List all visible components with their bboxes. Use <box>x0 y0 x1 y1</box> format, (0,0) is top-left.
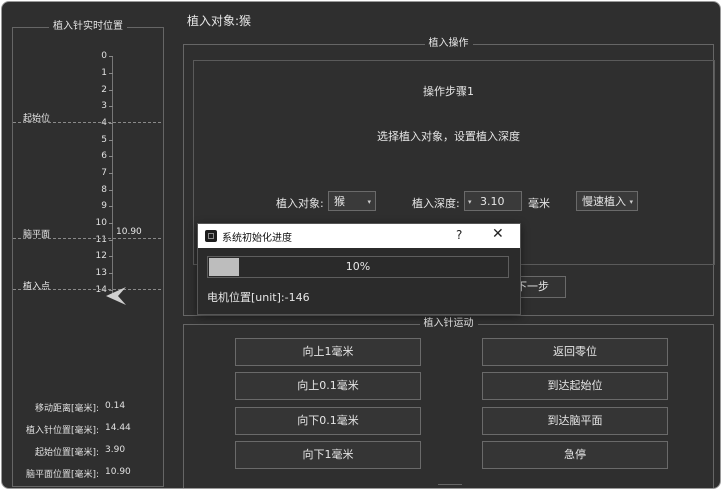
operation-title: 植入操作 <box>424 38 473 49</box>
ruler-tick: 5 <box>101 135 107 145</box>
depth-label: 植入深度: <box>412 197 460 210</box>
stat-label: 脑平面位置[毫米]: <box>25 470 99 480</box>
ruler-tick: 8 <box>101 185 107 195</box>
return-zero-button[interactable]: 返回零位 <box>482 338 668 366</box>
ruler-tickmark <box>109 273 113 274</box>
ruler-tick: 2 <box>101 85 107 95</box>
target-header: 植入对象:猴 <box>187 14 252 28</box>
ruler-tickmark <box>109 256 113 257</box>
chevron-down-icon: ▾ <box>367 198 371 206</box>
needle-pointer-icon <box>106 287 126 305</box>
down-1mm-button[interactable]: 向下1毫米 <box>235 441 421 469</box>
stat-value: 14.44 <box>105 423 131 433</box>
brain-surface-value: 10.90 <box>116 227 142 237</box>
ruler-tick: 10 <box>95 218 107 228</box>
ruler-tickmark <box>109 106 113 107</box>
init-progress-dialog: 系统初始化进度 ? ✕ 10% 电机位置[unit]:-146 <box>197 223 521 315</box>
ruler-tickmark <box>109 240 113 241</box>
bottom-group-edge <box>438 484 462 488</box>
ruler-tickmark <box>109 173 113 174</box>
go-start-button[interactable]: 到达起始位 <box>482 372 668 400</box>
stat-value: 3.90 <box>105 445 126 455</box>
emergency-stop-button[interactable]: 急停 <box>482 441 668 469</box>
stat-label: 移动距离[毫米]: <box>34 404 99 414</box>
depth-spinbox[interactable]: ▾ 3.10 <box>464 191 522 211</box>
ruler-tick: 6 <box>101 151 107 161</box>
app-icon <box>205 230 217 242</box>
object-label: 植入对象: <box>276 197 324 210</box>
help-icon[interactable]: ? <box>456 228 462 242</box>
progress-text: 10% <box>345 260 371 273</box>
stat-label: 起始位置[毫米]: <box>34 448 99 458</box>
down-0-1mm-button[interactable]: 向下0.1毫米 <box>235 407 421 435</box>
ruler-tick: 7 <box>101 168 107 178</box>
ruler-tick: 12 <box>95 251 107 261</box>
object-select[interactable]: 猴 ▾ <box>328 191 376 211</box>
ruler-tick: 3 <box>101 101 107 111</box>
ruler-tickmark <box>109 90 113 91</box>
ruler-tick: 4 <box>101 118 107 128</box>
ruler-tickmark <box>109 190 113 191</box>
ruler-tick: 0 <box>101 51 107 61</box>
ruler-tickmark <box>109 156 113 157</box>
step-instruction: 选择植入对象，设置植入深度 <box>377 130 520 143</box>
spin-arrow-icon[interactable]: ▾ <box>468 192 472 212</box>
app-window: 植入针实时位置 0 1 2 3 4 5 6 7 8 9 10 11 12 13 … <box>1 1 721 489</box>
ruler-axis <box>112 56 113 294</box>
ruler-tickmark <box>109 123 113 124</box>
ruler-tick: 14 <box>95 285 107 295</box>
motor-position-status: 电机位置[unit]:-146 <box>207 291 310 304</box>
ruler-tickmark <box>109 140 113 141</box>
dialog-titlebar[interactable]: 系统初始化进度 ? ✕ <box>198 224 520 248</box>
ruler-tickmark <box>109 223 113 224</box>
dialog-title: 系统初始化进度 <box>222 233 292 244</box>
depth-value: 3.10 <box>480 195 505 208</box>
brain-surface-label: 脑平面 <box>23 230 51 240</box>
up-1mm-button[interactable]: 向上1毫米 <box>235 338 421 366</box>
ruler-tick: 1 <box>101 68 107 78</box>
speed-select-value: 慢速植入 <box>582 195 626 208</box>
init-progress-bar: 10% <box>207 256 509 278</box>
ruler-tick: 11 <box>95 235 107 245</box>
ruler-tick: 9 <box>101 201 107 211</box>
ruler-tickmark <box>109 206 113 207</box>
up-0-1mm-button[interactable]: 向上0.1毫米 <box>235 372 421 400</box>
ruler-tickmark <box>109 73 113 74</box>
stat-value: 10.90 <box>105 467 131 477</box>
close-icon[interactable]: ✕ <box>492 226 504 242</box>
panel-title: 植入针实时位置 <box>49 21 127 32</box>
speed-select[interactable]: 慢速植入 ▾ <box>576 191 638 211</box>
stat-value: 0.14 <box>105 401 126 411</box>
needle-position-panel: 植入针实时位置 0 1 2 3 4 5 6 7 8 9 10 11 12 13 … <box>12 21 164 487</box>
depth-unit: 毫米 <box>528 197 550 210</box>
motion-title: 植入针运动 <box>419 318 478 329</box>
go-brain-surface-button[interactable]: 到达脑平面 <box>482 407 668 435</box>
start-position-label: 起始位 <box>23 114 51 124</box>
ruler-tickmark <box>109 56 113 57</box>
insertion-point-label: 植入点 <box>23 282 51 292</box>
step-title: 操作步骤1 <box>423 85 474 98</box>
chevron-down-icon: ▾ <box>629 198 633 206</box>
stat-label: 植入针位置[毫米]: <box>25 426 99 436</box>
ruler-tick: 13 <box>95 268 107 278</box>
object-select-value: 猴 <box>334 195 345 208</box>
